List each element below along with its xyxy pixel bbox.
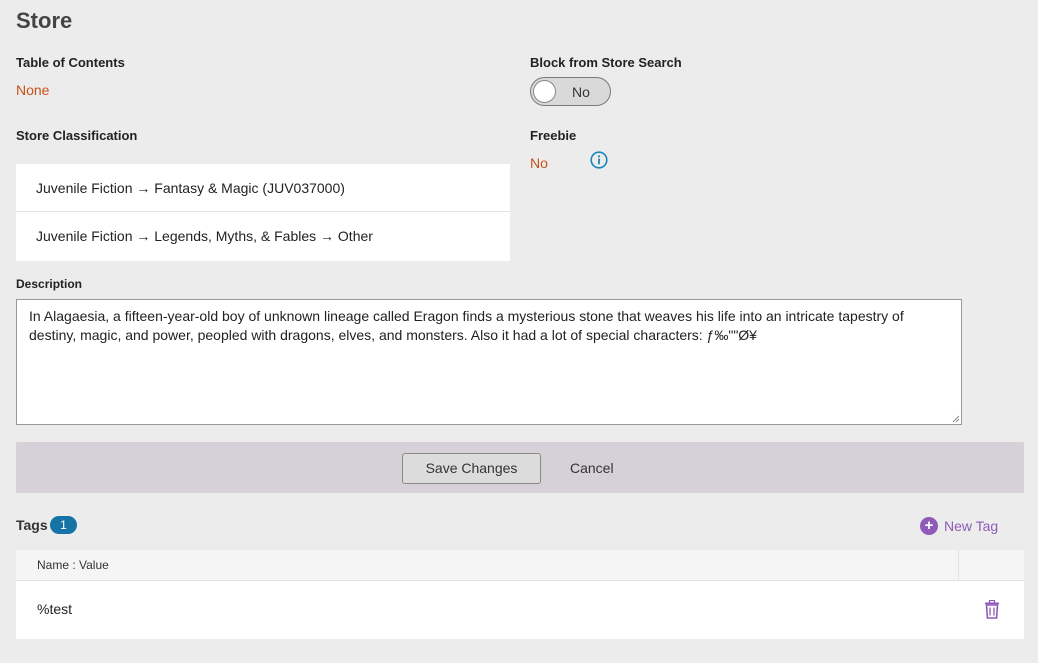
classification-list: Juvenile Fiction → Fantasy & Magic (JUV0… bbox=[16, 164, 510, 261]
toggle-text: No bbox=[572, 84, 590, 100]
new-tag-button[interactable]: + New Tag bbox=[920, 517, 998, 535]
toc-label: Table of Contents bbox=[16, 55, 125, 70]
table-header: Name : Value bbox=[16, 550, 1024, 581]
tag-value: %test bbox=[37, 601, 73, 617]
tags-label: Tags bbox=[16, 517, 48, 533]
trash-icon[interactable] bbox=[984, 600, 1000, 619]
toc-value: None bbox=[16, 82, 50, 98]
column-header-name-value: Name : Value bbox=[37, 558, 109, 572]
block-search-label: Block from Store Search bbox=[530, 55, 682, 70]
new-tag-label: New Tag bbox=[944, 518, 999, 534]
column-divider bbox=[958, 550, 959, 581]
plus-circle-icon: + bbox=[920, 517, 938, 535]
block-search-toggle[interactable]: No bbox=[530, 77, 611, 106]
info-icon[interactable] bbox=[590, 151, 608, 169]
classification-label: Store Classification bbox=[16, 128, 138, 143]
freebie-value: No bbox=[530, 155, 548, 171]
cancel-button[interactable]: Cancel bbox=[570, 460, 614, 476]
page-title: Store bbox=[16, 8, 73, 33]
toggle-knob bbox=[533, 80, 556, 103]
tags-table: Name : Value %test bbox=[16, 550, 1024, 639]
tags-count-badge: 1 bbox=[50, 516, 77, 534]
save-changes-button[interactable]: Save Changes bbox=[402, 453, 541, 484]
classification-item: Juvenile Fiction → Legends, Myths, & Fab… bbox=[36, 228, 373, 244]
classification-item: Juvenile Fiction → Fantasy & Magic (JUV0… bbox=[16, 164, 510, 212]
freebie-label: Freebie bbox=[530, 128, 577, 143]
resize-grip-icon[interactable] bbox=[952, 415, 960, 423]
description-textarea[interactable]: In Alagaesia, a fifteen-year-old boy of … bbox=[16, 299, 962, 425]
table-row: %test bbox=[16, 581, 1024, 639]
description-label: Description bbox=[16, 277, 83, 291]
